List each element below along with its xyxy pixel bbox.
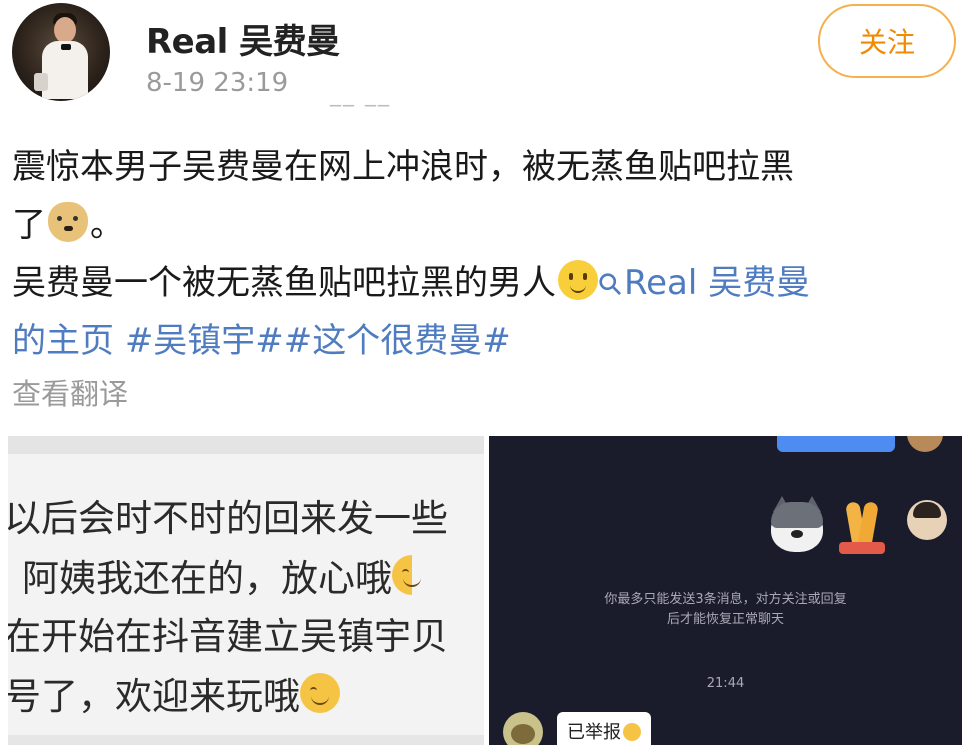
receiver-avatar bbox=[503, 712, 543, 745]
grin-emoji-icon bbox=[300, 673, 340, 713]
translate-button[interactable]: 查看翻译 bbox=[12, 371, 128, 413]
post-line-2-end: 。 bbox=[90, 205, 124, 245]
source-redacted: __ __ bbox=[330, 82, 391, 107]
system-message-line-1: 你最多只能发送3条消息，对方关注或回复 bbox=[604, 592, 847, 607]
follow-button[interactable]: 关注 bbox=[818, 4, 956, 78]
report-text: 已举报 bbox=[567, 722, 621, 743]
image-text-line: 阿姨我还在的，放心哦 bbox=[22, 557, 392, 600]
post-time: 8-19 23:19 bbox=[146, 68, 289, 98]
username[interactable]: Real 吴费曼 bbox=[146, 14, 340, 63]
post-line-1: 震惊本男子吴费曼在网上冲浪时，被无蒸鱼贴吧拉黑 bbox=[12, 147, 794, 187]
avatar bbox=[907, 436, 943, 452]
attached-image-left[interactable]: 以后会时不时的回来发一些 阿姨我还在的，放心哦 在开始在抖音建立吴镇宇贝 号了，… bbox=[8, 436, 484, 745]
post-line-2-text: 了 bbox=[12, 205, 46, 245]
pray-emoji-icon bbox=[835, 498, 889, 554]
user-avatar[interactable] bbox=[12, 3, 110, 101]
profile-link[interactable]: Real 吴费曼 bbox=[624, 263, 810, 303]
chat-timestamp: 21:44 bbox=[706, 676, 745, 691]
emoji-icon bbox=[623, 723, 641, 741]
image-text-line: 在开始在抖音建立吴镇宇贝 bbox=[8, 615, 448, 658]
husky-sticker-icon bbox=[767, 496, 827, 556]
sender-avatar bbox=[907, 500, 947, 540]
hashtag-2[interactable]: #这个很费曼# bbox=[284, 321, 511, 361]
post-text: 震惊本男子吴费曼在网上冲浪时，被无蒸鱼贴吧拉黑 了 。 吴费曼一个被无蒸鱼贴吧拉黑… bbox=[12, 138, 957, 370]
image-text-line: 号了，欢迎来玩哦 bbox=[8, 675, 300, 718]
report-message-bubble: 已举报 bbox=[557, 712, 651, 745]
hashtag-1[interactable]: #吴镇宇# bbox=[125, 321, 284, 361]
profile-link-continued[interactable]: 的主页 bbox=[12, 321, 114, 361]
image-text-line: 以后会时不时的回来发一些 bbox=[8, 497, 448, 540]
emoji-icon bbox=[392, 555, 421, 595]
attached-image-right[interactable]: 你最多只能发送3条消息，对方关注或回复 后才能恢复正常聊天 21:44 已举报 bbox=[489, 436, 962, 745]
doge-emoji-icon bbox=[48, 202, 88, 242]
post-line-3: 吴费曼一个被无蒸鱼贴吧拉黑的男人 bbox=[12, 263, 556, 303]
system-message-line-2: 后才能恢复正常聊天 bbox=[666, 612, 784, 627]
system-message: 你最多只能发送3条消息，对方关注或回复 后才能恢复正常聊天 bbox=[489, 590, 962, 630]
sent-message-bubble bbox=[777, 436, 895, 452]
